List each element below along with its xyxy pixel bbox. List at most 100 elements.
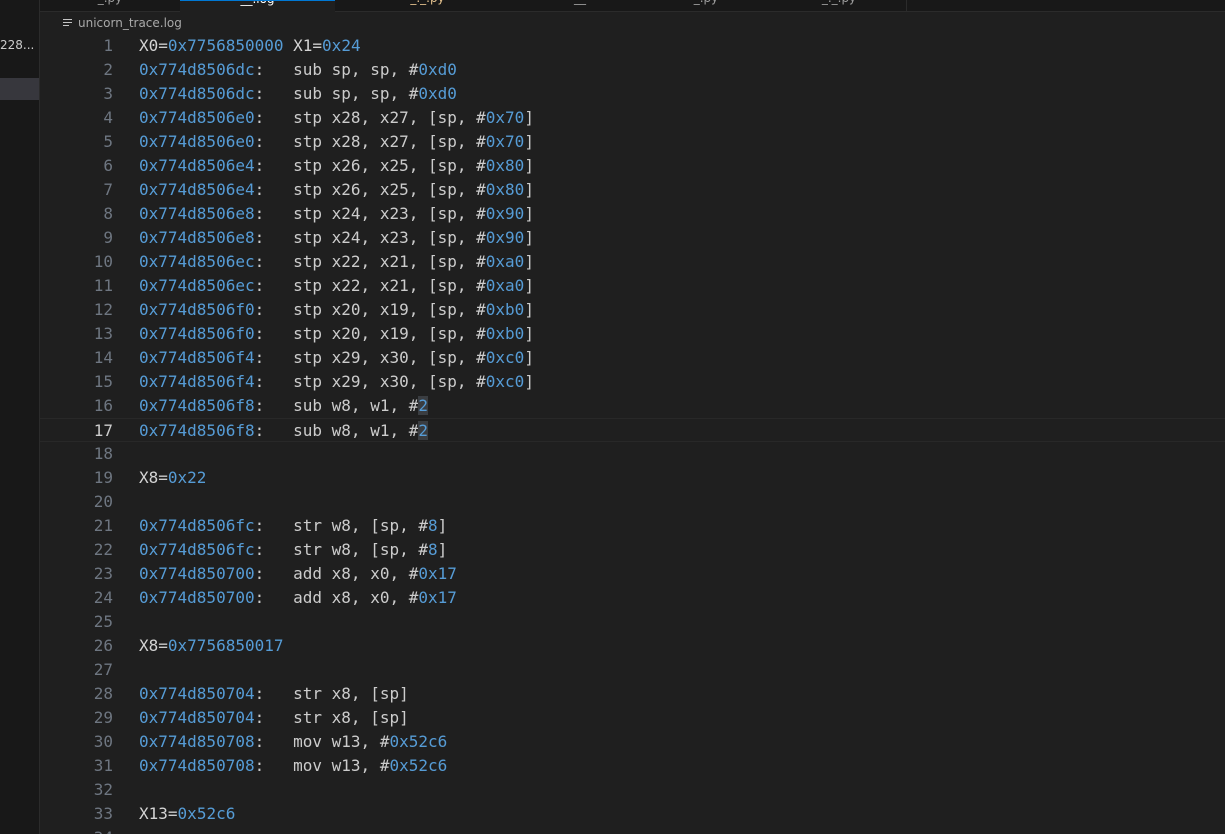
code-text: 0x774d8506f8: sub w8, w1, #2 (139, 394, 428, 418)
editor-tab[interactable]: __ (520, 0, 641, 11)
code-token: : stp x22, x21, [sp, # (254, 252, 486, 271)
code-line[interactable]: 8 0x774d8506e8: stp x24, x23, [sp, #0x90] (40, 202, 1225, 226)
explorer-selected-item[interactable] (0, 78, 39, 100)
immediate-value: 0x7756850000 (167, 36, 284, 55)
line-number: 9 (103, 228, 113, 247)
code-token: : sub w8, w1, # (254, 396, 419, 415)
explorer-item[interactable]: 228... (0, 36, 34, 54)
line-number: 14 (93, 348, 113, 367)
editor-tab[interactable]: __.log (180, 0, 336, 12)
immediate-value: 0x22 (167, 468, 207, 487)
code-line[interactable]: 1 X0=0x7756850000 X1=0x24 (40, 34, 1225, 58)
code-line[interactable]: 31 0x774d850708: mov w13, #0x52c6 (40, 754, 1225, 778)
code-line[interactable]: 13 0x774d8506f0: stp x20, x19, [sp, #0xb0… (40, 322, 1225, 346)
code-line[interactable]: 23 0x774d850700: add x8, x0, #0x17 (40, 562, 1225, 586)
code-line[interactable]: 7 0x774d8506e4: stp x26, x25, [sp, #0x80] (40, 178, 1225, 202)
line-number: 26 (93, 636, 113, 655)
instruction-address: 0x774d850704 (139, 684, 255, 703)
code-line[interactable]: 29 0x774d850704: str x8, [sp] (40, 706, 1225, 730)
code-text: 0x774d8506e8: stp x24, x23, [sp, #0x90] (139, 226, 534, 250)
instruction-address: 0x774d8506f4 (139, 372, 255, 391)
code-line[interactable]: 3 0x774d8506dc: sub sp, sp, #0xd0 (40, 82, 1225, 106)
code-token: = (158, 468, 168, 487)
instruction-address: 0x774d8506f8 (139, 421, 255, 440)
code-line[interactable]: 5 0x774d8506e0: stp x28, x27, [sp, #0x70] (40, 130, 1225, 154)
line-number: 25 (93, 612, 113, 631)
editor-tab[interactable]: _._.py (335, 0, 521, 11)
code-line[interactable]: 6 0x774d8506e4: stp x26, x25, [sp, #0x80] (40, 154, 1225, 178)
code-line[interactable]: 2 0x774d8506dc: sub sp, sp, #0xd0 (40, 58, 1225, 82)
code-line[interactable]: 17 0x774d8506f8: sub w8, w1, #2 (40, 418, 1225, 442)
code-line[interactable]: 25 (40, 610, 1225, 634)
immediate-value: 0xb0 (485, 324, 525, 343)
code-line[interactable]: 28 0x774d850704: str x8, [sp] (40, 682, 1225, 706)
code-line[interactable]: 14 0x774d8506f4: stp x29, x30, [sp, #0xc0… (40, 346, 1225, 370)
code-text: 0x774d8506e4: stp x26, x25, [sp, #0x80] (139, 154, 534, 178)
code-line[interactable]: 34 (40, 826, 1225, 834)
line-number: 5 (103, 132, 113, 151)
code-text: 0x774d8506e0: stp x28, x27, [sp, #0x70] (139, 106, 534, 130)
line-number: 17 (93, 421, 113, 440)
code-token: : stp x20, x19, [sp, # (254, 324, 486, 343)
line-number: 30 (93, 732, 113, 751)
immediate-value: 8 (427, 540, 438, 559)
code-token: ] (524, 276, 534, 295)
breadcrumb-file-name[interactable]: unicorn_trace.log (78, 13, 182, 33)
line-number: 18 (93, 444, 113, 463)
code-token: ] (524, 180, 534, 199)
code-line[interactable]: 18 (40, 442, 1225, 466)
code-token: = (158, 36, 168, 55)
code-line[interactable]: 22 0x774d8506fc: str w8, [sp, #8] (40, 538, 1225, 562)
immediate-value: 0x7756850017 (167, 636, 284, 655)
code-line[interactable]: 11 0x774d8506ec: stp x22, x21, [sp, #0xa0… (40, 274, 1225, 298)
editor-tab[interactable]: _.py (40, 0, 181, 11)
immediate-value: 0x52c6 (389, 732, 448, 751)
code-line[interactable]: 24 0x774d850700: add x8, x0, #0x17 (40, 586, 1225, 610)
code-line[interactable]: 30 0x774d850708: mov w13, #0x52c6 (40, 730, 1225, 754)
code-line[interactable]: 15 0x774d8506f4: stp x29, x30, [sp, #0xc0… (40, 370, 1225, 394)
code-line[interactable]: 16 0x774d8506f8: sub w8, w1, #2 (40, 394, 1225, 418)
line-number: 22 (93, 540, 113, 559)
line-number: 16 (93, 396, 113, 415)
line-number: 4 (103, 108, 113, 127)
code-token: ] (524, 132, 534, 151)
breadcrumb[interactable]: unicorn_trace.log (62, 13, 182, 33)
code-line[interactable]: 9 0x774d8506e8: stp x24, x23, [sp, #0x90] (40, 226, 1225, 250)
code-line[interactable]: 21 0x774d8506fc: str w8, [sp, #8] (40, 514, 1225, 538)
code-line[interactable]: 27 (40, 658, 1225, 682)
code-line[interactable]: 20 (40, 490, 1225, 514)
code-token: : stp x28, x27, [sp, # (254, 108, 486, 127)
code-token: : stp x28, x27, [sp, # (254, 132, 486, 151)
instruction-address: 0x774d8506e0 (139, 132, 255, 151)
immediate-value: 0xb0 (485, 300, 525, 319)
line-number: 13 (93, 324, 113, 343)
instruction-address: 0x774d8506ec (139, 276, 255, 295)
code-line[interactable]: 33 X13=0x52c6 (40, 802, 1225, 826)
immediate-value: 0x70 (485, 108, 525, 127)
code-line[interactable]: 4 0x774d8506e0: stp x28, x27, [sp, #0x70] (40, 106, 1225, 130)
instruction-address: 0x774d8506f8 (139, 396, 255, 415)
editor-tab[interactable]: _.py (640, 0, 773, 11)
code-token: : add x8, x0, # (254, 588, 419, 607)
immediate-value: 0xc0 (485, 372, 525, 391)
editor-tab[interactable]: _._.py (772, 0, 907, 11)
code-text: 0x774d8506f4: stp x29, x30, [sp, #0xc0] (139, 370, 534, 394)
immediate-value: 0x17 (418, 564, 457, 583)
line-number: 24 (93, 588, 113, 607)
code-token: = (167, 804, 178, 823)
code-text: 0x774d850708: mov w13, #0x52c6 (139, 754, 447, 778)
line-number: 1 (103, 36, 113, 55)
line-number: 33 (93, 804, 113, 823)
code-line[interactable]: 10 0x774d8506ec: stp x22, x21, [sp, #0xa0… (40, 250, 1225, 274)
tab-label: __.log (180, 1, 335, 6)
code-editor[interactable]: 1 X0=0x7756850000 X1=0x24 2 0x774d8506dc: s… (40, 34, 1225, 834)
code-text: 0x774d8506f0: stp x20, x19, [sp, #0xb0] (139, 298, 534, 322)
code-line[interactable]: 32 (40, 778, 1225, 802)
instruction-address: 0x774d8506e4 (139, 156, 255, 175)
register-name: X8 (139, 468, 159, 487)
instruction-address: 0x774d850700 (139, 564, 255, 583)
code-line[interactable]: 26 X8=0x7756850017 (40, 634, 1225, 658)
code-line[interactable]: 19 X8=0x22 (40, 466, 1225, 490)
code-line[interactable]: 12 0x774d8506f0: stp x20, x19, [sp, #0xb0… (40, 298, 1225, 322)
